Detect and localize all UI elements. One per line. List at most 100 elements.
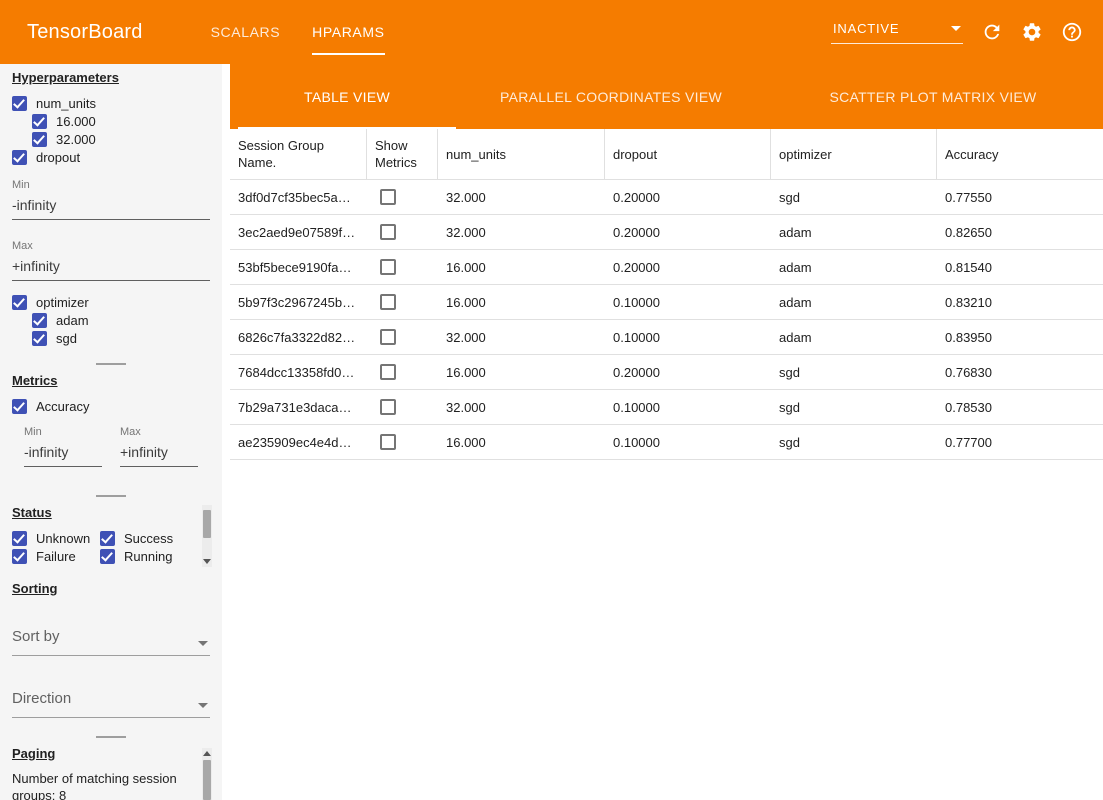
scroll-up-icon[interactable] xyxy=(203,751,211,756)
cell-show-metrics xyxy=(367,250,438,284)
dropout-label: dropout xyxy=(36,150,80,165)
num-units-option-row: 32.000 xyxy=(32,130,210,148)
optimizer-label: optimizer xyxy=(36,295,89,310)
show-metrics-checkbox[interactable] xyxy=(380,434,396,450)
chevron-down-icon xyxy=(198,703,208,708)
tab-scalars[interactable]: SCALARS xyxy=(195,0,297,64)
cell-session-name: 7684dcc13358fd0… xyxy=(230,355,367,389)
optimizer-adam-label: adam xyxy=(56,313,89,328)
status-running-checkbox[interactable] xyxy=(100,549,115,564)
help-icon[interactable] xyxy=(1061,21,1083,43)
toolbar-right: INACTIVE xyxy=(831,21,1083,44)
num-units-16-checkbox[interactable] xyxy=(32,114,47,129)
num-units-32-checkbox[interactable] xyxy=(32,132,47,147)
optimizer-checkbox[interactable] xyxy=(12,295,27,310)
cell-optimizer: sgd xyxy=(771,425,937,459)
show-metrics-checkbox[interactable] xyxy=(380,329,396,345)
table-row[interactable]: 3df0d7cf35bec5a… 32.000 0.20000 sgd 0.77… xyxy=(230,180,1103,215)
refresh-icon[interactable] xyxy=(981,21,1003,43)
show-metrics-checkbox[interactable] xyxy=(380,259,396,275)
table-row[interactable]: ae235909ec4e4d… 16.000 0.10000 sgd 0.777… xyxy=(230,425,1103,460)
hyperparameters-section: Hyperparameters num_units 16.000 32.000 … xyxy=(12,70,210,347)
cell-num-units: 16.000 xyxy=(438,285,605,319)
col-dropout: dropout xyxy=(605,129,771,179)
table-row[interactable]: 3ec2aed9e07589f… 32.000 0.20000 adam 0.8… xyxy=(230,215,1103,250)
cell-session-name: 5b97f3c2967245b… xyxy=(230,285,367,319)
direction-select[interactable]: Direction xyxy=(12,690,210,718)
dropout-checkbox[interactable] xyxy=(12,150,27,165)
main-pane: TABLE VIEW PARALLEL COORDINATES VIEW SCA… xyxy=(230,64,1103,800)
resize-handle[interactable] xyxy=(96,363,126,365)
topbar: TensorBoard SCALARS HPARAMS INACTIVE xyxy=(0,0,1103,64)
show-metrics-checkbox[interactable] xyxy=(380,399,396,415)
optimizer-option-row: sgd xyxy=(32,329,210,347)
tab-table-view[interactable]: TABLE VIEW xyxy=(238,64,456,129)
run-status-value: INACTIVE xyxy=(833,21,899,36)
metric-accuracy-row: Accuracy xyxy=(12,397,210,415)
tab-parallel-coordinates-view[interactable]: PARALLEL COORDINATES VIEW xyxy=(456,64,766,129)
status-scrollbar[interactable] xyxy=(202,505,212,567)
status-options: Unknown Success Failure Running xyxy=(12,529,210,565)
tab-hparams[interactable]: HPARAMS xyxy=(296,0,400,64)
view-tabs: TABLE VIEW PARALLEL COORDINATES VIEW SCA… xyxy=(230,64,1103,129)
cell-num-units: 16.000 xyxy=(438,250,605,284)
tab-scatter-plot-matrix-view[interactable]: SCATTER PLOT MATRIX VIEW xyxy=(766,64,1100,129)
cell-show-metrics xyxy=(367,180,438,214)
cell-accuracy: 0.83950 xyxy=(937,320,1103,354)
cell-show-metrics xyxy=(367,285,438,319)
status-failure-row: Failure xyxy=(12,547,100,565)
session-groups-table: Session Group Name. Show Metrics num_uni… xyxy=(230,129,1103,460)
num-units-checkbox[interactable] xyxy=(12,96,27,111)
status-success-checkbox[interactable] xyxy=(100,531,115,546)
col-optimizer: optimizer xyxy=(771,129,937,179)
paging-scrollbar[interactable] xyxy=(202,748,212,800)
cell-session-name: 3ec2aed9e07589f… xyxy=(230,215,367,249)
cell-session-name: 53bf5bece9190fa… xyxy=(230,250,367,284)
num-units-16-label: 16.000 xyxy=(56,114,96,129)
table-row[interactable]: 6826c7fa3322d82… 32.000 0.10000 adam 0.8… xyxy=(230,320,1103,355)
table-row[interactable]: 53bf5bece9190fa… 16.000 0.20000 adam 0.8… xyxy=(230,250,1103,285)
hparam-num-units-row: num_units xyxy=(12,94,210,112)
optimizer-sgd-checkbox[interactable] xyxy=(32,331,47,346)
paging-section: Paging Number of matching session groups… xyxy=(12,746,210,800)
optimizer-adam-checkbox[interactable] xyxy=(32,313,47,328)
table-row[interactable]: 5b97f3c2967245b… 16.000 0.10000 adam 0.8… xyxy=(230,285,1103,320)
cell-num-units: 16.000 xyxy=(438,425,605,459)
sort-by-value: Sort by xyxy=(12,628,60,646)
scroll-down-icon[interactable] xyxy=(203,559,211,564)
resize-handle[interactable] xyxy=(96,495,126,497)
cell-accuracy: 0.82650 xyxy=(937,215,1103,249)
status-unknown-checkbox[interactable] xyxy=(12,531,27,546)
optimizer-sgd-label: sgd xyxy=(56,331,77,346)
status-unknown-label: Unknown xyxy=(36,531,90,546)
cell-optimizer: adam xyxy=(771,215,937,249)
col-num-units: num_units xyxy=(438,129,605,179)
table-row[interactable]: 7684dcc13358fd0… 16.000 0.20000 sgd 0.76… xyxy=(230,355,1103,390)
scrollbar-thumb[interactable] xyxy=(203,760,211,800)
hparam-dropout-row: dropout xyxy=(12,148,210,166)
chevron-down-icon xyxy=(198,641,208,646)
show-metrics-checkbox[interactable] xyxy=(380,224,396,240)
col-session-group-name: Session Group Name. xyxy=(230,129,367,179)
show-metrics-checkbox[interactable] xyxy=(380,364,396,380)
cell-optimizer: adam xyxy=(771,285,937,319)
chevron-down-icon xyxy=(951,26,961,31)
dropout-max-label: Max xyxy=(12,240,210,253)
gear-icon[interactable] xyxy=(1021,21,1043,43)
table-header: Session Group Name. Show Metrics num_uni… xyxy=(230,129,1103,180)
metric-min-input[interactable] xyxy=(24,439,102,467)
run-status-select[interactable]: INACTIVE xyxy=(831,21,963,44)
accuracy-checkbox[interactable] xyxy=(12,399,27,414)
resize-handle[interactable] xyxy=(96,736,126,738)
sort-by-select[interactable]: Sort by xyxy=(12,628,210,656)
scrollbar-thumb[interactable] xyxy=(203,510,211,538)
num-units-option-row: 16.000 xyxy=(32,112,210,130)
show-metrics-checkbox[interactable] xyxy=(380,294,396,310)
metrics-minmax-row: Min Max xyxy=(24,426,210,467)
dropout-min-input[interactable] xyxy=(12,192,210,220)
table-row[interactable]: 7b29a731e3daca… 32.000 0.10000 sgd 0.785… xyxy=(230,390,1103,425)
show-metrics-checkbox[interactable] xyxy=(380,189,396,205)
dropout-max-input[interactable] xyxy=(12,253,210,281)
metric-max-input[interactable] xyxy=(120,439,198,467)
status-failure-checkbox[interactable] xyxy=(12,549,27,564)
